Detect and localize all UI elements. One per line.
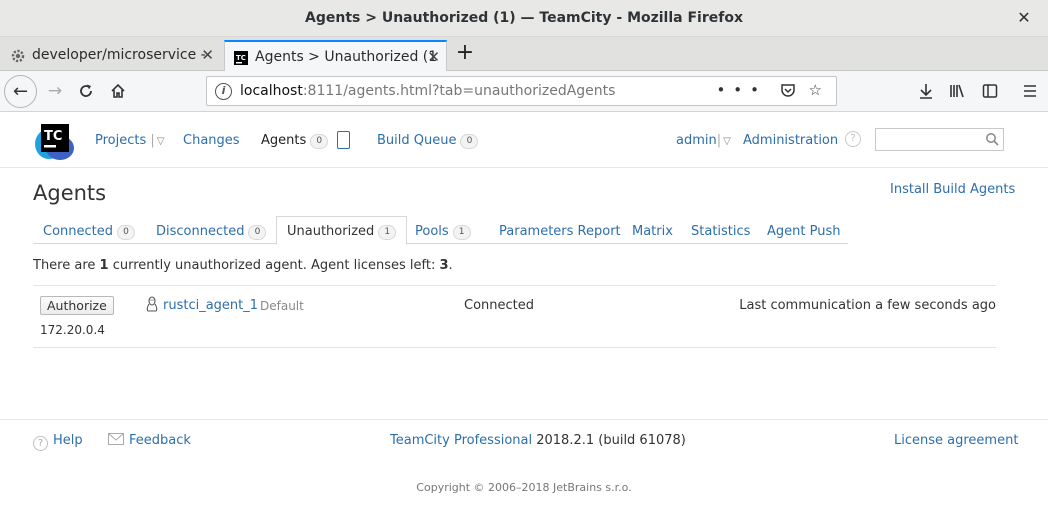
url-actions: ••• ☆ bbox=[716, 81, 830, 99]
browser-navbar: ← → i localhost:8111/agents.html?tab=una… bbox=[0, 71, 1048, 112]
menu-button[interactable] bbox=[1018, 77, 1042, 105]
sidebar-button[interactable] bbox=[978, 77, 1002, 105]
svg-text:TC: TC bbox=[236, 54, 246, 62]
tab-connected[interactable]: Connected 0 bbox=[43, 224, 136, 240]
unauthorized-summary: There are 1 currently unauthorized agent… bbox=[33, 258, 453, 273]
download-icon bbox=[920, 84, 932, 99]
tab-matrix[interactable]: Matrix bbox=[632, 224, 673, 239]
count-badge: 0 bbox=[248, 225, 267, 240]
tab-close-icon[interactable]: ✕ bbox=[201, 40, 214, 71]
product-link[interactable]: TeamCity Professional bbox=[390, 433, 532, 448]
browser-tabstrip: developer/microservice - ✕ TC Agents > U… bbox=[0, 37, 1048, 71]
tab-disconnected[interactable]: Disconnected 0 bbox=[156, 224, 267, 240]
tab-statistics[interactable]: Statistics bbox=[691, 224, 750, 239]
nav-projects[interactable]: Projects | ▽ bbox=[95, 133, 165, 148]
authorize-button[interactable]: Authorize bbox=[40, 296, 114, 315]
envelope-icon bbox=[108, 433, 124, 445]
footer-product: TeamCity Professional 2018.2.1 (build 61… bbox=[390, 433, 686, 448]
tab-close-icon[interactable]: ✕ bbox=[427, 42, 440, 71]
teamcity-logo[interactable]: TC bbox=[33, 118, 77, 162]
agent-pool: Default bbox=[260, 299, 304, 313]
pocket-icon[interactable] bbox=[780, 81, 809, 99]
svg-text:TC: TC bbox=[44, 129, 62, 144]
footer-help-link[interactable]: ? Help bbox=[33, 433, 83, 451]
agents-table: Authorize 172.20.0.4 rustci_agent_1 Defa… bbox=[33, 285, 996, 348]
help-icon[interactable]: ? bbox=[845, 131, 861, 147]
agents-status-icon[interactable] bbox=[337, 131, 350, 149]
count-badge: 1 bbox=[378, 225, 397, 240]
count-badge: 0 bbox=[117, 225, 136, 240]
library-button[interactable] bbox=[946, 77, 970, 105]
footer-divider bbox=[0, 419, 1048, 420]
reload-icon bbox=[80, 84, 92, 97]
browser-tab-label: developer/microservice - bbox=[32, 47, 206, 63]
footer-feedback-link[interactable]: Feedback bbox=[108, 433, 191, 448]
teamcity-icon: TC bbox=[234, 51, 248, 65]
browser-tab-agents[interactable]: TC Agents > Unauthorized (1 ✕ bbox=[224, 40, 447, 71]
agents-tabs: Connected 0 Disconnected 0 Unauthorized 1 P… bbox=[33, 216, 848, 245]
downloads-button[interactable] bbox=[914, 77, 938, 105]
license-agreement-link[interactable]: License agreement bbox=[894, 433, 1018, 448]
hamburger-menu-icon bbox=[1024, 85, 1036, 97]
agent-status: Connected bbox=[464, 298, 535, 313]
help-icon: ? bbox=[33, 436, 48, 451]
teamcity-header: TC Projects | ▽ Changes Agents 0 Build Que… bbox=[0, 112, 1048, 168]
page-actions-icon[interactable]: ••• bbox=[716, 81, 767, 99]
url-text: localhost:8111/agents.html?tab=unauthori… bbox=[240, 83, 616, 99]
window-title: Agents > Unauthorized (1) — TeamCity - M… bbox=[305, 10, 743, 26]
search-input[interactable] bbox=[875, 128, 1004, 151]
page-title: Agents bbox=[33, 181, 107, 205]
tab-pools[interactable]: Pools 1 bbox=[415, 224, 471, 240]
sidebar-icon bbox=[982, 84, 998, 98]
agents-count-badge: 0 bbox=[310, 134, 329, 149]
linux-icon bbox=[146, 296, 158, 312]
chevron-down-icon[interactable]: ▽ bbox=[157, 136, 165, 147]
nav-build-queue[interactable]: Build Queue 0 bbox=[377, 133, 479, 149]
window-titlebar: Agents > Unauthorized (1) — TeamCity - M… bbox=[0, 0, 1048, 37]
url-bar[interactable]: i localhost:8111/agents.html?tab=unautho… bbox=[206, 76, 837, 106]
gear-icon bbox=[11, 49, 25, 63]
tab-unauthorized[interactable]: Unauthorized 1 bbox=[276, 216, 408, 245]
search-icon[interactable] bbox=[985, 132, 999, 146]
new-tab-button[interactable]: + bbox=[452, 40, 478, 68]
browser-tab-label: Agents > Unauthorized (1 bbox=[255, 49, 438, 65]
tab-agent-push[interactable]: Agent Push bbox=[767, 224, 840, 239]
browser-tab-developer[interactable]: developer/microservice - ✕ bbox=[2, 40, 220, 71]
build-queue-count-badge: 0 bbox=[460, 134, 479, 149]
tab-parameters-report[interactable]: Parameters Report bbox=[499, 224, 621, 239]
back-button[interactable]: ← bbox=[4, 75, 37, 108]
bookmark-star-icon[interactable]: ☆ bbox=[809, 81, 830, 99]
forward-button[interactable]: → bbox=[41, 77, 69, 105]
library-icon bbox=[950, 84, 964, 98]
count-badge: 1 bbox=[452, 225, 471, 240]
info-icon[interactable]: i bbox=[215, 83, 232, 100]
home-button[interactable] bbox=[104, 77, 132, 105]
home-icon bbox=[111, 83, 125, 98]
install-build-agents-link[interactable]: Install Build Agents bbox=[890, 182, 1015, 197]
nav-agents[interactable]: Agents 0 bbox=[261, 133, 329, 149]
agent-last-communication: Last communication a few seconds ago bbox=[739, 298, 996, 313]
user-menu[interactable]: admin| ▽ bbox=[676, 133, 731, 148]
nav-changes[interactable]: Changes bbox=[183, 133, 240, 148]
window-close-icon[interactable]: ✕ bbox=[1012, 6, 1036, 30]
chevron-down-icon[interactable]: ▽ bbox=[723, 136, 731, 147]
nav-administration[interactable]: Administration bbox=[743, 133, 838, 148]
agent-name-link[interactable]: rustci_agent_1 bbox=[163, 298, 258, 313]
reload-button[interactable] bbox=[72, 77, 100, 105]
copyright: Copyright © 2006–2018 JetBrains s.r.o. bbox=[416, 481, 632, 494]
agent-ip: 172.20.0.4 bbox=[40, 323, 105, 337]
